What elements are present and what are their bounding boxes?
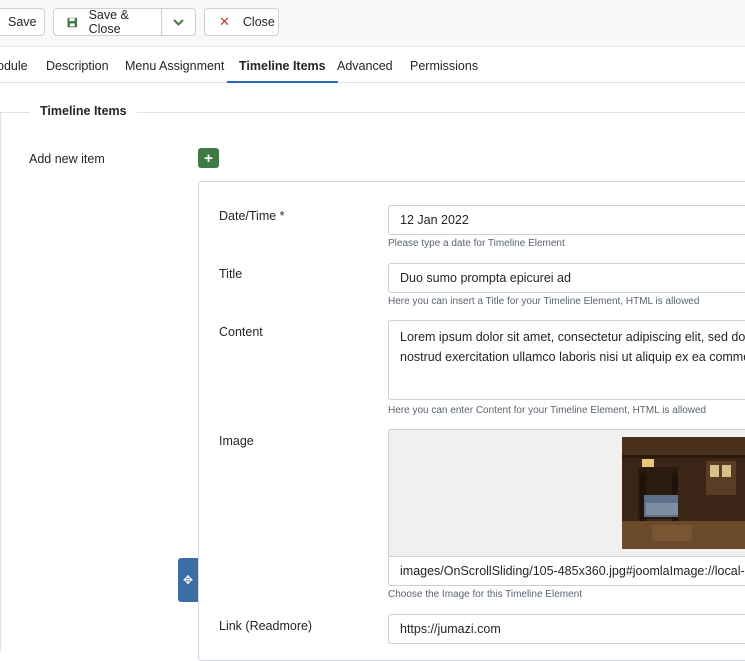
content-textarea[interactable]: Lorem ipsum dolor sit amet, consectetur … xyxy=(388,320,745,400)
close-button[interactable]: ✕ Close xyxy=(204,8,279,36)
tab-module[interactable]: odule xyxy=(0,52,28,82)
toolbar: Save Save & Close ✕ Close xyxy=(0,0,745,47)
fieldset-legend: Timeline Items xyxy=(30,104,137,118)
title-label: Title xyxy=(219,267,243,281)
tab-description[interactable]: Description xyxy=(46,52,109,82)
link-label: Link (Readmore) xyxy=(219,619,313,633)
add-new-item-label: Add new item xyxy=(29,152,105,166)
save-button-label: Save xyxy=(8,15,37,29)
chevron-down-icon xyxy=(173,18,184,26)
save-close-button[interactable]: Save & Close xyxy=(54,8,163,36)
plus-icon: + xyxy=(204,149,213,167)
close-button-label: Close xyxy=(242,15,275,29)
tab-permissions[interactable]: Permissions xyxy=(410,52,478,82)
save-close-label: Save & Close xyxy=(88,8,129,36)
tab-menu-assignment[interactable]: Menu Assignment xyxy=(125,52,224,82)
content-line: nostrud exercitation ullamco laboris nis… xyxy=(400,350,745,364)
image-path-input[interactable]: images/OnScrollSliding/105-485x360.jpg#j… xyxy=(388,556,745,586)
save-options-dropdown[interactable] xyxy=(162,9,195,35)
save-button[interactable]: Save xyxy=(0,8,45,36)
title-help: Here you can insert a Title for your Tim… xyxy=(388,296,700,307)
content-help: Here you can enter Content for your Time… xyxy=(388,405,707,416)
datetime-label: Date/Time * xyxy=(219,209,285,223)
link-input[interactable]: https://jumazi.com xyxy=(388,614,745,644)
datetime-help: Please type a date for Timeline Element xyxy=(388,238,565,249)
image-label: Image xyxy=(219,434,254,448)
move-icon: ✥ xyxy=(182,573,194,587)
fieldset-left-border xyxy=(0,112,1,652)
content-line: Lorem ipsum dolor sit amet, consectetur … xyxy=(400,330,745,344)
image-help: Choose the Image for this Timeline Eleme… xyxy=(388,589,582,600)
image-preview-thumbnail xyxy=(622,437,745,549)
add-item-button[interactable]: + xyxy=(198,148,219,168)
tab-timeline-items[interactable]: Timeline Items xyxy=(227,52,338,83)
datetime-input[interactable]: 12 Jan 2022 xyxy=(388,205,745,235)
floppy-disk-icon xyxy=(67,17,78,27)
tab-bar: odule Description Menu Assignment Timeli… xyxy=(0,52,745,83)
save-close-button-group: Save & Close xyxy=(53,8,196,36)
close-icon: ✕ xyxy=(219,14,230,29)
tab-advanced[interactable]: Advanced xyxy=(337,52,393,82)
content-label: Content xyxy=(219,325,263,339)
drag-handle[interactable]: ✥ xyxy=(178,558,198,602)
title-input[interactable]: Duo sumo prompta epicurei ad xyxy=(388,263,745,293)
